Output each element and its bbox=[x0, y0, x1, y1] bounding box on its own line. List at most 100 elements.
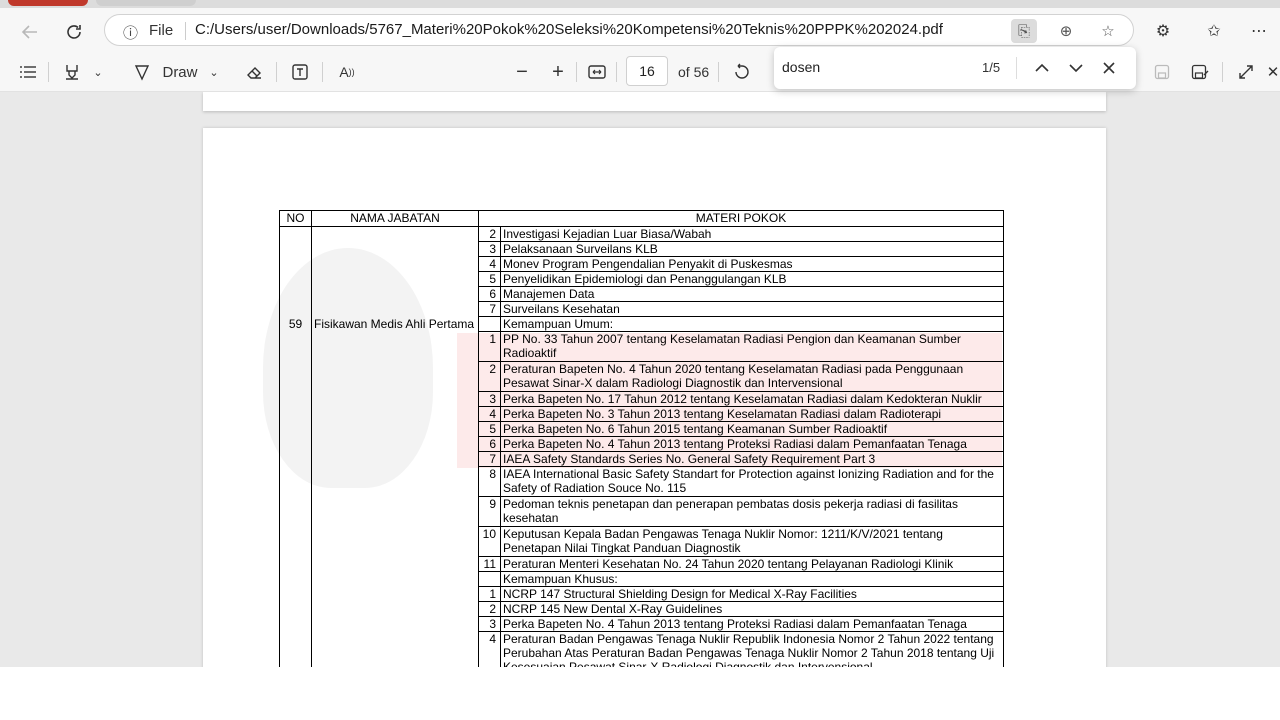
fit-page-icon[interactable] bbox=[584, 60, 610, 84]
table-row: 9 Pedoman teknis penetapan dan penerapan … bbox=[279, 496, 1004, 527]
contents-list-icon[interactable] bbox=[16, 60, 40, 84]
info-icon[interactable]: ⓘ bbox=[123, 22, 138, 43]
browser-tab[interactable] bbox=[8, 0, 88, 6]
text-box-icon[interactable] bbox=[288, 60, 312, 84]
row-jabatan bbox=[311, 571, 479, 587]
back-button[interactable] bbox=[18, 20, 42, 44]
row-jabatan bbox=[311, 391, 479, 407]
row-materi: Pedoman teknis penetapan dan penerapan p… bbox=[500, 496, 1004, 527]
row-jabatan bbox=[311, 226, 479, 242]
row-number: 2 bbox=[478, 601, 501, 617]
zoom-in-button[interactable]: + bbox=[546, 60, 570, 84]
eraser-icon[interactable] bbox=[242, 60, 266, 84]
row-jabatan bbox=[311, 286, 479, 302]
row-number: 9 bbox=[478, 496, 501, 527]
browser-tab[interactable] bbox=[96, 0, 196, 6]
find-close-button[interactable] bbox=[1097, 56, 1121, 80]
row-jabatan bbox=[311, 361, 479, 392]
rotate-icon[interactable] bbox=[730, 60, 754, 84]
row-number: 1 bbox=[478, 331, 501, 362]
row-no bbox=[279, 331, 312, 362]
table-row: Kemampuan Khusus: bbox=[279, 571, 1004, 587]
row-number: 4 bbox=[478, 631, 501, 667]
row-materi: Surveilans Kesehatan bbox=[500, 301, 1004, 317]
chevron-down-icon[interactable]: ⌄ bbox=[206, 60, 222, 84]
row-jabatan bbox=[311, 256, 479, 272]
row-no bbox=[279, 406, 312, 422]
more-tools-icon[interactable]: ✕ bbox=[1266, 60, 1280, 84]
row-number: 4 bbox=[478, 256, 501, 272]
row-number bbox=[478, 316, 501, 332]
omnibox[interactable]: ⓘ File C:/Users/user/Downloads/5767_Mate… bbox=[104, 14, 1134, 46]
pdf-viewer[interactable]: NO NAMA JABATAN MATERI POKOK 2 Investigas… bbox=[0, 92, 1280, 667]
extensions-icon[interactable]: ⚙ bbox=[1152, 20, 1174, 42]
row-materi: IAEA Safety Standards Series No. General… bbox=[500, 451, 1004, 467]
row-number: 2 bbox=[478, 226, 501, 242]
row-jabatan bbox=[311, 271, 479, 287]
row-no bbox=[279, 391, 312, 407]
row-number: 8 bbox=[478, 466, 501, 497]
table-row: 1 NCRP 147 Structural Shielding Design fo… bbox=[279, 586, 1004, 602]
row-jabatan bbox=[311, 526, 479, 557]
pdf-page: NO NAMA JABATAN MATERI POKOK 2 Investigas… bbox=[203, 128, 1106, 667]
table-row: 5 Penyelidikan Epidemiologi dan Penanggul… bbox=[279, 271, 1004, 287]
table-row: 6 Manajemen Data bbox=[279, 286, 1004, 302]
row-materi: Peraturan Menteri Kesehatan No. 24 Tahun… bbox=[500, 556, 1004, 572]
fullscreen-icon[interactable] bbox=[1234, 60, 1258, 84]
find-next-button[interactable] bbox=[1064, 56, 1088, 80]
row-materi: NCRP 147 Structural Shielding Design for… bbox=[500, 586, 1004, 602]
chevron-down-icon[interactable]: ⌄ bbox=[90, 60, 106, 84]
row-number: 6 bbox=[478, 436, 501, 452]
row-no bbox=[279, 601, 312, 617]
read-aloud-icon[interactable]: ⎘ bbox=[1011, 19, 1037, 43]
row-jabatan bbox=[311, 301, 479, 317]
row-materi: NCRP 145 New Dental X-Ray Guidelines bbox=[500, 601, 1004, 617]
table-row: 4 Peraturan Badan Pengawas Tenaga Nuklir … bbox=[279, 631, 1004, 667]
materi-table: NO NAMA JABATAN MATERI POKOK 2 Investigas… bbox=[279, 210, 1004, 667]
table-row: 7 Surveilans Kesehatan bbox=[279, 301, 1004, 317]
row-materi: Penyelidikan Epidemiologi dan Penanggula… bbox=[500, 271, 1004, 287]
row-number: 3 bbox=[478, 616, 501, 632]
table-row: 2 NCRP 145 New Dental X-Ray Guidelines bbox=[279, 601, 1004, 617]
table-body: 2 Investigasi Kejadian Luar Biasa/Wabah 3 P… bbox=[279, 226, 1004, 667]
find-input[interactable]: dosen bbox=[782, 59, 820, 75]
table-row: 2 Investigasi Kejadian Luar Biasa/Wabah bbox=[279, 226, 1004, 242]
zoom-icon[interactable]: ⊕ bbox=[1053, 19, 1079, 43]
save-as-icon[interactable] bbox=[1188, 60, 1212, 84]
find-previous-button[interactable] bbox=[1030, 56, 1054, 80]
row-no bbox=[279, 301, 312, 317]
page-total: of 56 bbox=[678, 64, 710, 80]
toolbar-divider bbox=[1222, 62, 1223, 82]
read-aloud-icon[interactable]: A)) bbox=[334, 60, 360, 84]
row-no bbox=[279, 496, 312, 527]
draw-icon[interactable] bbox=[130, 60, 154, 84]
row-jabatan bbox=[311, 616, 479, 632]
toolbar-divider bbox=[718, 62, 719, 82]
favorite-star-icon[interactable]: ☆ bbox=[1095, 19, 1121, 43]
row-jabatan bbox=[311, 586, 479, 602]
draw-button[interactable]: Draw bbox=[160, 60, 200, 84]
row-materi: Monev Program Pengendalian Penyakit di P… bbox=[500, 256, 1004, 272]
find-divider bbox=[1016, 57, 1017, 79]
omnibox-divider bbox=[185, 22, 186, 40]
row-materi: Peraturan Badan Pengawas Tenaga Nuklir R… bbox=[500, 631, 1004, 667]
zoom-out-button[interactable]: − bbox=[510, 60, 534, 84]
more-menu-icon[interactable]: ⋯ bbox=[1248, 20, 1270, 42]
table-row: 59 Fisikawan Medis Ahli Pertama Kemampuan … bbox=[279, 316, 1004, 332]
favorites-icon[interactable]: ✩ bbox=[1203, 20, 1225, 42]
row-no: 59 bbox=[279, 316, 312, 332]
row-no bbox=[279, 286, 312, 302]
row-jabatan bbox=[311, 331, 479, 362]
row-no bbox=[279, 466, 312, 497]
highlight-icon[interactable] bbox=[60, 60, 84, 84]
row-no bbox=[279, 361, 312, 392]
row-no bbox=[279, 226, 312, 242]
page-number-input[interactable]: 16 bbox=[626, 56, 668, 86]
url-text[interactable]: C:/Users/user/Downloads/5767_Materi%20Po… bbox=[195, 21, 943, 38]
header-jabatan: NAMA JABATAN bbox=[311, 210, 479, 227]
table-row: 8 IAEA International Basic Safety Standar… bbox=[279, 466, 1004, 497]
table-header-row: NO NAMA JABATAN MATERI POKOK bbox=[279, 210, 1004, 227]
toolbar-divider bbox=[616, 62, 617, 82]
refresh-button[interactable] bbox=[62, 20, 86, 44]
row-number: 1 bbox=[478, 586, 501, 602]
